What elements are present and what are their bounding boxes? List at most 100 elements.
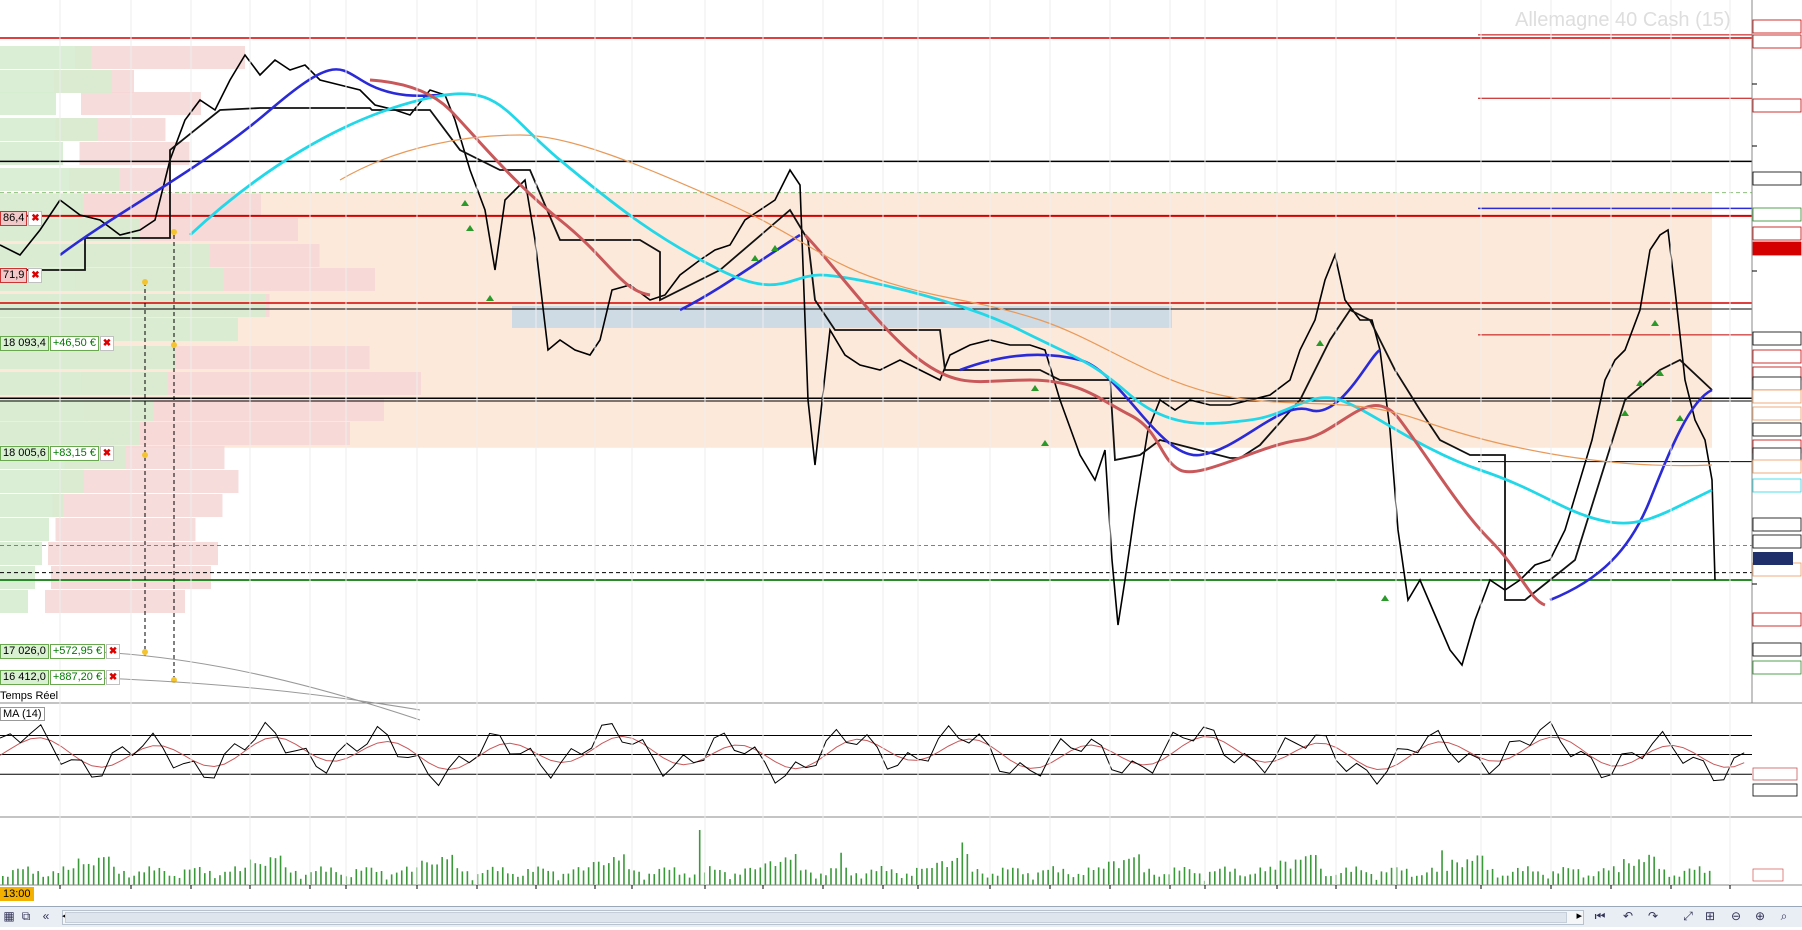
profile-buy-bar	[0, 92, 56, 115]
volume-bar	[734, 873, 736, 885]
volume-bar	[1421, 875, 1423, 885]
volume-bar	[724, 872, 726, 885]
position-box[interactable]: 71,9 ✖	[0, 268, 43, 283]
volume-bar	[42, 876, 44, 885]
volume-bar	[845, 867, 847, 885]
scrollbar-thumb[interactable]	[65, 912, 1567, 923]
volume-bar	[491, 866, 494, 885]
instrument-title: Allemagne 40 Cash (15)	[1515, 9, 1731, 31]
close-icon[interactable]: ✖	[106, 644, 121, 659]
order-box[interactable]: 16 412,0 +887,20 € ✖	[0, 670, 121, 685]
volume-bar	[1284, 861, 1287, 885]
volume-bar	[1683, 870, 1686, 885]
volume-bar	[1481, 855, 1484, 885]
volume-bar	[815, 878, 817, 885]
volume-bar	[1118, 868, 1120, 885]
volume-bar	[299, 878, 302, 885]
volume-bar	[183, 869, 186, 885]
volume-bar	[1648, 854, 1650, 885]
search-icon[interactable]: ⌕	[1776, 909, 1792, 924]
volume-bar	[981, 873, 984, 885]
volume-bar	[1678, 876, 1681, 885]
volume-bar	[739, 874, 741, 885]
volume-bar	[400, 870, 403, 885]
profile-sell-bar	[81, 92, 201, 115]
volume-bar	[895, 873, 898, 885]
order-box[interactable]: 18 005,6 +83,15 € ✖	[0, 446, 114, 461]
oscillator-value-tag	[1752, 783, 1798, 797]
price-level-tag	[1752, 376, 1802, 391]
horizontal-scrollbar[interactable]: ◂ ▸	[62, 910, 1584, 925]
order-box[interactable]: 18 093,4 +46,50 € ✖	[0, 336, 114, 351]
volume-bar	[1708, 870, 1711, 885]
volume-bar	[810, 872, 812, 885]
zoom-box-icon[interactable]: ⊞	[1702, 909, 1718, 924]
profile-buy-bar	[0, 494, 63, 517]
volume-bar	[1476, 855, 1479, 885]
volume-bar	[1572, 869, 1575, 885]
volume-bar	[1032, 879, 1034, 885]
volume-bar	[613, 857, 615, 885]
order-box[interactable]: 17 026,0 +572,95 € ✖	[0, 644, 121, 659]
order-price: 17 026,0	[0, 644, 49, 659]
volume-bar	[1562, 867, 1565, 885]
scroll-left-fast-icon[interactable]: «	[38, 909, 54, 924]
volume-bar	[411, 871, 413, 885]
volume-bar	[1511, 871, 1514, 885]
volume-bar	[1567, 868, 1570, 885]
volume-bar	[501, 867, 504, 885]
price-chart[interactable]	[0, 0, 1802, 930]
volume-bar	[471, 880, 474, 885]
price-level-tag	[1752, 207, 1802, 222]
volume-bar	[1330, 876, 1332, 885]
redo-icon[interactable]: ↷	[1645, 909, 1661, 924]
volume-bar	[47, 876, 50, 885]
volume-bar	[1027, 873, 1029, 885]
volume-bar	[1506, 875, 1509, 885]
price-level-tag	[1752, 331, 1802, 346]
zoom-out-icon[interactable]: ⊖	[1728, 909, 1744, 924]
volume-bar	[562, 873, 565, 885]
scroll-right-icon[interactable]: ▸	[1576, 909, 1582, 922]
volume-bar	[426, 862, 428, 885]
volume-bar	[456, 868, 459, 885]
volume-bar	[1244, 876, 1246, 885]
volume-bar	[890, 869, 893, 885]
grid-icon[interactable]: ▦	[1, 909, 17, 924]
indicator-label[interactable]: MA (14)	[0, 707, 45, 721]
step-back-icon[interactable]: ⏮	[1592, 909, 1608, 924]
volume-bar	[774, 866, 777, 885]
close-icon[interactable]: ✖	[99, 336, 114, 351]
volume-bar	[683, 873, 686, 885]
undo-icon[interactable]: ↶	[1620, 909, 1636, 924]
volume-bar	[1668, 876, 1671, 885]
volume-bar	[274, 858, 277, 885]
position-box[interactable]: 86,4 ✖	[0, 211, 43, 226]
profile-buy-bar	[0, 294, 266, 317]
volume-bar	[577, 867, 580, 885]
layers-icon[interactable]: ⧉	[18, 909, 34, 924]
close-icon[interactable]: ✖	[99, 446, 114, 461]
volume-bar	[1214, 871, 1216, 885]
oscillator-value-tag	[1752, 767, 1798, 781]
close-icon[interactable]: ✖	[28, 211, 43, 226]
close-icon[interactable]: ✖	[28, 268, 43, 283]
volume-bar	[461, 871, 464, 885]
price-level-tag	[1752, 34, 1802, 49]
profile-buy-bar	[0, 422, 140, 445]
volume-bar	[1537, 871, 1539, 885]
volume-bar	[178, 877, 181, 885]
volume-bar	[143, 872, 145, 885]
fit-icon[interactable]: ⤢	[1680, 909, 1696, 924]
volume-bar	[507, 873, 509, 885]
volume-bar	[1158, 876, 1161, 885]
volume-bar	[1249, 874, 1251, 885]
volume-bar	[72, 868, 75, 885]
volume-bar	[1693, 869, 1696, 885]
volume-bar	[996, 875, 999, 885]
zoom-in-icon[interactable]: ⊕	[1752, 909, 1768, 924]
close-icon[interactable]: ✖	[106, 670, 121, 685]
volume-bar	[754, 869, 757, 885]
volume-bar	[1320, 868, 1322, 885]
order-anchor-dot	[142, 452, 148, 458]
